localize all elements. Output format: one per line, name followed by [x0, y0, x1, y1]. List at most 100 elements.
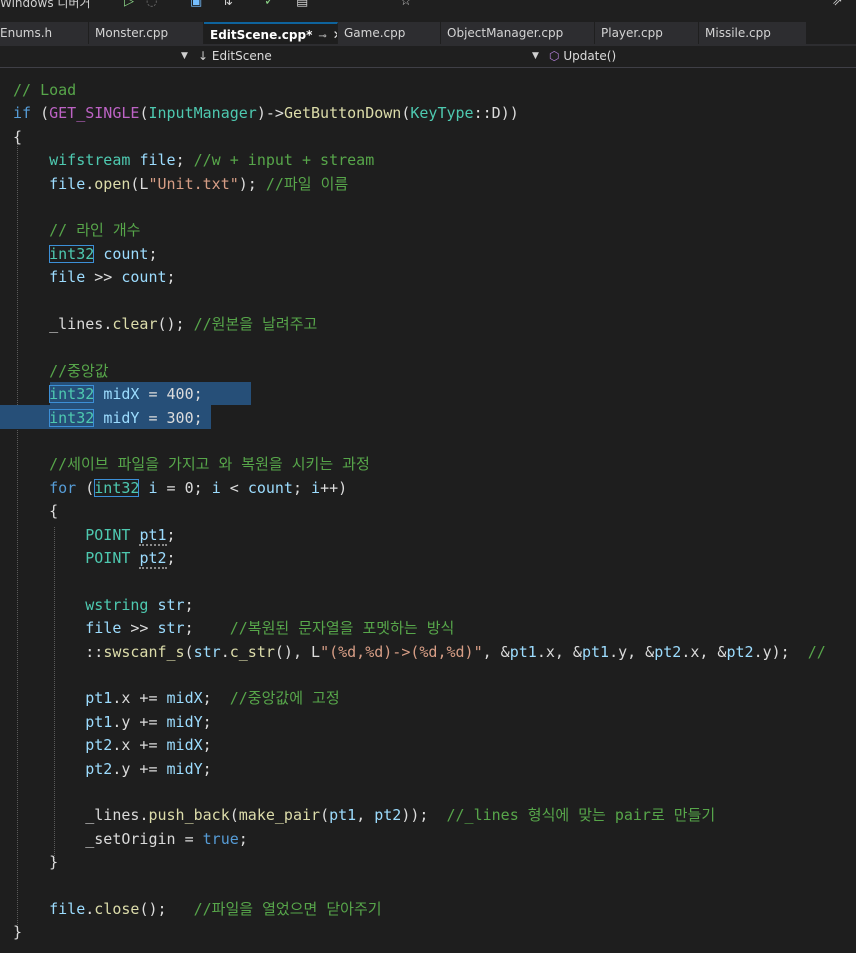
plain-token: ;: [292, 478, 312, 497]
plain-token: ;: [202, 736, 212, 755]
project-dropdown-arrow-icon[interactable]: ▼: [181, 48, 188, 65]
type-token: POINT: [85, 549, 131, 567]
variable-token: pt1: [509, 642, 537, 661]
variable-token: pt2: [85, 759, 113, 778]
code-line[interactable]: _lines.push_back(make_pair(pt1, pt2)); /…: [13, 804, 715, 827]
code-line[interactable]: }: [13, 851, 58, 874]
comment-token: //복원된 문자열을 포멧하는 방식: [229, 619, 455, 638]
save-icon[interactable]: ▣: [190, 0, 202, 9]
plain-token: );: [771, 642, 808, 661]
code-line[interactable]: {: [13, 126, 22, 149]
code-line[interactable]: file.close(); //파일을 열었으면 닫아주기: [13, 898, 382, 921]
macro-token: GET_SINGLE: [49, 104, 140, 123]
code-line[interactable]: int32 count;: [13, 243, 158, 266]
share-icon[interactable]: ⇗: [832, 0, 843, 9]
variable-token: str: [157, 595, 185, 614]
plain-token: (: [229, 806, 239, 825]
code-line[interactable]: {: [13, 500, 58, 523]
plain-token: )->: [256, 104, 284, 123]
toolbar-title-fragment: Windows 디버거: [0, 0, 91, 10]
member-token: y: [618, 642, 628, 661]
code-line[interactable]: // Load: [13, 79, 76, 102]
code-line[interactable]: file.open(L"Unit.txt"); //파일 이름: [13, 173, 348, 196]
stop-icon[interactable]: ◌: [146, 0, 157, 9]
code-line[interactable]: for (int32 i = 0; i < count; i++): [13, 477, 347, 500]
code-line[interactable]: pt2.x += midX;: [13, 734, 212, 757]
tab-label: Missile.cpp: [705, 26, 771, 40]
plain-token: (: [76, 478, 95, 497]
variable-token: file: [49, 268, 86, 287]
code-line[interactable]: POINT pt1;: [13, 524, 176, 547]
tab-editscene-cpp[interactable]: EditScene.cpp*⊸✕: [204, 22, 338, 44]
tab-player-cpp[interactable]: Player.cpp: [595, 22, 699, 44]
star-icon[interactable]: ☆: [400, 0, 412, 9]
variable-token: pt1: [329, 806, 357, 825]
tab-monster-cpp[interactable]: Monster.cpp: [89, 22, 204, 44]
plain-token: .: [85, 174, 95, 193]
variable-token: i: [311, 478, 321, 497]
tab-missile-cpp[interactable]: Missile.cpp: [699, 22, 807, 44]
comment-token: //파일 이름: [265, 174, 349, 193]
code-line[interactable]: wifstream file; //w + input + stream: [13, 149, 374, 172]
plain-token: <: [220, 478, 248, 497]
code-line[interactable]: POINT pt2;: [13, 547, 176, 570]
code-line[interactable]: _setOrigin = true;: [13, 828, 248, 851]
variable-token: i: [211, 478, 221, 497]
variable-token: i: [148, 478, 158, 497]
plain-token: );: [238, 174, 266, 193]
plain-token: ();: [139, 900, 194, 918]
code-line[interactable]: }: [13, 921, 22, 944]
diff-icon[interactable]: ⇅: [222, 0, 233, 9]
scope-dropdown[interactable]: ↓ EditScene ▼: [198, 48, 543, 65]
tab-enums-h[interactable]: Enums.h: [0, 22, 89, 44]
tab-objectmanager-cpp[interactable]: ObjectManager.cpp: [441, 22, 595, 44]
plain-token: )): [500, 104, 519, 123]
plain-token: +=: [130, 759, 167, 778]
plain-token: ;: [184, 595, 194, 614]
code-line[interactable]: // 라인 개수: [13, 219, 140, 242]
tab-label: Player.cpp: [601, 26, 663, 40]
plain-token: .: [536, 642, 546, 661]
code-line[interactable]: file >> count;: [13, 266, 175, 289]
member-token: _setOrigin: [85, 829, 176, 848]
code-line[interactable]: ::swscanf_s(str.c_str(), L"(%d,%d)->(%d,…: [13, 641, 826, 664]
plain-token: (: [184, 642, 194, 661]
code-line[interactable]: pt1.x += midX; //중앙값에 고정: [13, 687, 339, 710]
variable-token: pt1: [139, 525, 167, 546]
bookmark-icon[interactable]: ▤: [296, 0, 308, 9]
comment-token: //파일을 열었으면 닫아주기: [193, 900, 382, 918]
code-line[interactable]: int32 midY = 300;: [13, 407, 203, 430]
code-line[interactable]: if (GET_SINGLE(InputManager)->GetButtonD…: [13, 102, 519, 125]
code-line[interactable]: file >> str; //복원된 문자열을 포멧하는 방식: [13, 617, 454, 640]
variable-token: count: [121, 268, 167, 287]
plain-token: {: [13, 127, 23, 146]
member-token: D: [491, 104, 501, 123]
member-dropdown[interactable]: ⬡ Update(): [549, 48, 849, 65]
check-icon[interactable]: ✓: [264, 0, 275, 9]
tab-game-cpp[interactable]: Game.cpp: [338, 22, 441, 44]
run-icon[interactable]: ▷: [124, 0, 134, 9]
plain-token: .: [85, 900, 95, 918]
variable-token: file: [85, 619, 122, 638]
code-editor[interactable]: // Load if (GET_SINGLE(InputManager)->Get…: [0, 68, 856, 953]
code-line[interactable]: pt2.y += midY;: [13, 758, 211, 781]
code-line[interactable]: //중앙값: [13, 360, 108, 383]
type-token: int32: [94, 478, 140, 497]
variable-token: str: [193, 642, 221, 661]
code-line[interactable]: //세이브 파일을 가지고 와 복원을 시키는 과정: [13, 453, 370, 476]
string-token: "(%d,%d)->(%d,%d)": [320, 642, 483, 661]
pin-icon[interactable]: ⊸: [318, 31, 326, 42]
comment-token: //_lines 형식에 맞는 pair로 만들기: [446, 806, 716, 825]
code-line[interactable]: pt1.y += midY;: [13, 711, 211, 734]
code-line[interactable]: wstring str;: [13, 594, 194, 617]
code-line[interactable]: _lines.clear(); //원본을 날려주고: [13, 313, 317, 336]
code-line[interactable]: int32 midX = 400;: [13, 383, 203, 406]
plain-token: >>: [121, 619, 158, 638]
